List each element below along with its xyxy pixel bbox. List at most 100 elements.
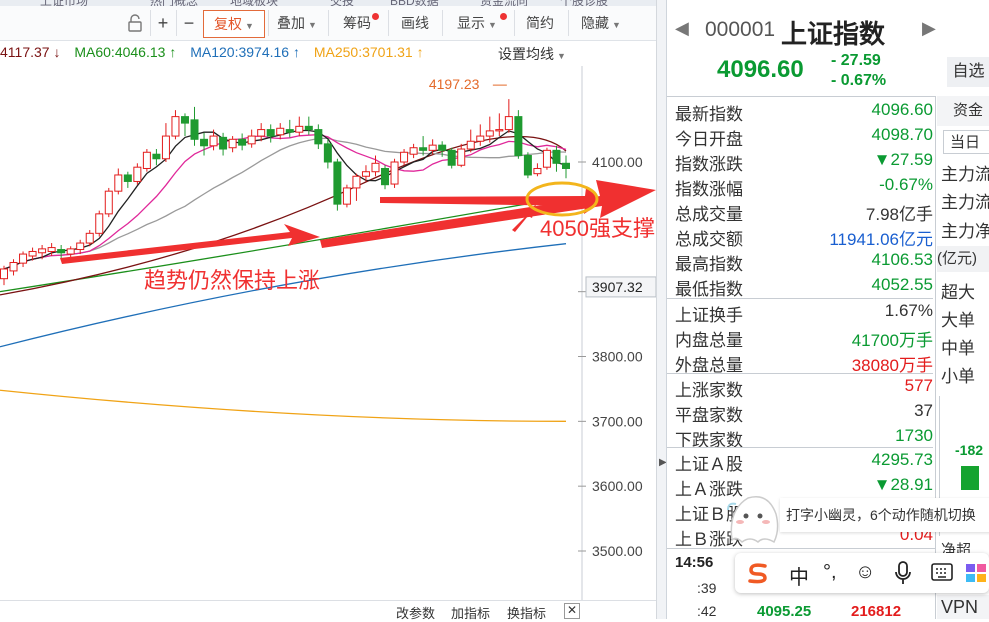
price-pct: - 0.67% (831, 72, 887, 89)
add-watchlist-button[interactable]: 自选 (947, 57, 989, 87)
candle-body (304, 125, 313, 131)
overlay-label: 叠加 (277, 15, 306, 31)
quote-row: 上涨家数 577 (675, 376, 933, 401)
candle-body (19, 253, 28, 264)
quote-row: 总成交量 7.98亿手 (675, 200, 933, 225)
keyboard-icon[interactable] (931, 563, 953, 583)
punctuation-icon[interactable]: °, (823, 561, 837, 584)
quote-label: 总成交量 (675, 205, 743, 224)
quote-label: 最高指数 (675, 255, 743, 274)
candle-body (400, 151, 409, 163)
ghost-tip: 打字小幽灵，6个动作随机切换 (780, 498, 989, 532)
candle-body (219, 136, 228, 150)
ma-legend: 4117.37 ↓ MA60:4046.13 ↑ MA120:3974.16 ↑… (0, 44, 434, 66)
quote-label: 内盘总量 (675, 331, 743, 350)
candle-body (123, 174, 132, 182)
arrow-up-icon: ↑ (169, 44, 177, 60)
chip-button[interactable]: 筹码 (328, 10, 385, 36)
zoom-out-button[interactable]: − (176, 10, 201, 36)
candle-body (0, 268, 8, 280)
fund-bar (961, 466, 979, 490)
notify-dot (500, 13, 507, 20)
zoom-in-button[interactable]: + (150, 10, 175, 36)
quote-value: ▼28.91 (873, 475, 933, 494)
ma250-value: MA250:3701.31 ↑ (314, 44, 424, 60)
candle-body (485, 130, 494, 137)
y-tick-label: 3800.00 (592, 349, 643, 365)
ma-settings-button[interactable]: 设置均线 ▼ (498, 44, 566, 64)
overlay-dropdown[interactable]: 叠加 ▼ (268, 10, 325, 36)
today-tab[interactable]: 当日 (943, 130, 989, 154)
super-large-label: 超大 (941, 283, 975, 302)
cursor-price-label: 3907.32 (592, 279, 643, 295)
candle-body (295, 125, 304, 133)
ghost-mascot-icon[interactable] (724, 490, 782, 546)
quote-label: 上涨家数 (675, 381, 743, 400)
kline-chart[interactable]: 4100.003900.003800.003700.003600.003500.… (0, 66, 656, 600)
quote-value: 4106.53 (871, 250, 933, 269)
hide-dropdown[interactable]: 隐藏 ▼ (568, 10, 633, 36)
candle-body (523, 155, 532, 176)
candle-body (457, 148, 466, 166)
candle-body (228, 138, 237, 149)
candle-body (85, 232, 94, 244)
arrow-up-icon: ↑ (292, 44, 300, 60)
ma250-text: MA250:3701.31 (313, 44, 413, 60)
prev-arrow-icon[interactable]: ◀ (675, 18, 689, 39)
small-label: 小单 (941, 367, 975, 386)
candle-body (238, 138, 247, 146)
candle-body (466, 140, 475, 150)
quote-label: 指数涨幅 (675, 180, 743, 199)
candle-body (180, 116, 189, 124)
quote-row: 指数涨幅 -0.67% (675, 175, 933, 200)
lock-icon[interactable] (122, 10, 148, 36)
quote-label: 平盘家数 (675, 406, 743, 425)
candle-body (495, 129, 504, 132)
candle-body (171, 116, 180, 137)
next-arrow-icon[interactable]: ▶ (922, 18, 936, 39)
swap-indicator-button[interactable]: 换指标 (507, 603, 546, 622)
close-icon[interactable]: ✕ (564, 603, 580, 619)
candle-body (190, 119, 199, 140)
change-param-button[interactable]: 改参数 (396, 603, 435, 622)
skin-icon[interactable] (965, 563, 987, 583)
high-price-label: 4197.23 (429, 76, 480, 92)
candle-body (104, 190, 113, 215)
microphone-icon[interactable] (895, 561, 911, 585)
simple-button[interactable]: 简约 (514, 10, 565, 36)
quote-value: 577 (904, 376, 933, 395)
candle-body (47, 247, 56, 252)
ma250-guide (0, 421, 566, 457)
candle-body (533, 167, 542, 175)
ma60-text: MA60:4046.13 (74, 44, 166, 60)
candle-body (438, 144, 447, 151)
quote-row: 上证Ａ股 4295.73 (675, 450, 933, 475)
quote-row: 总成交额 11941.06亿元 (675, 225, 933, 250)
candle-body (257, 129, 266, 137)
quote-value: 4295.73 (871, 450, 933, 469)
candle-body (504, 116, 513, 131)
quote-label: 上证Ａ股 (675, 455, 743, 474)
candle-body (419, 147, 428, 151)
fuquan-dropdown[interactable]: 复权 ▼ (203, 10, 265, 38)
emoji-icon[interactable]: ☺ (855, 561, 875, 584)
display-dropdown[interactable]: 显示 ▼ (442, 10, 511, 36)
candle-body (142, 151, 151, 169)
quote-row: 平盘家数 37 (675, 401, 933, 426)
caret-down-icon: ▼ (557, 51, 566, 61)
main-flow-in-label: 主力流 (941, 165, 989, 184)
vpn-button[interactable]: VPN (937, 595, 989, 619)
quote-row: 最低指数 4052.55 (675, 275, 933, 300)
candle-body (381, 167, 390, 186)
y-tick-label: 3600.00 (592, 478, 643, 494)
hide-label: 隐藏 (581, 15, 610, 31)
add-indicator-button[interactable]: 加指标 (451, 603, 490, 622)
fund-tab[interactable]: 资金 (937, 96, 989, 126)
candle-body (314, 129, 323, 145)
ime-chinese-mode[interactable]: 中 (789, 561, 809, 590)
tick-volume: 216812 (851, 603, 902, 620)
candle-body (209, 135, 218, 147)
draw-line-button[interactable]: 画线 (388, 10, 441, 36)
chip-label: 筹码 (343, 15, 371, 31)
sogou-logo-icon[interactable] (745, 561, 771, 585)
